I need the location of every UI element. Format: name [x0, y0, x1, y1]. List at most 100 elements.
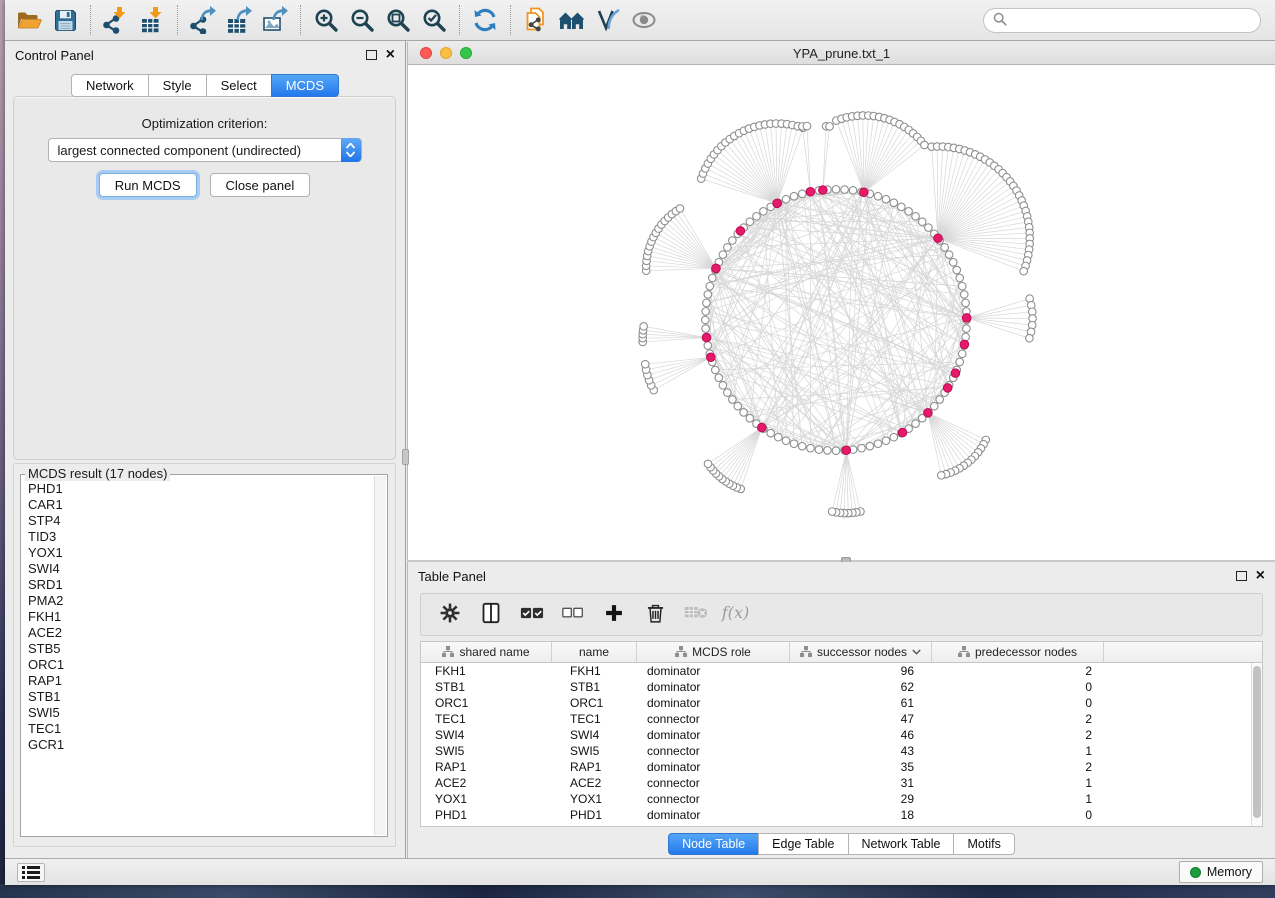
table-row[interactable]: SWI4SWI4dominator462 [421, 727, 1262, 743]
mcds-result-item[interactable]: PMA2 [28, 593, 386, 609]
table-cell: FKH1 [552, 664, 637, 678]
mcds-result-item[interactable]: STB5 [28, 641, 386, 657]
mcds-hub-node [924, 409, 933, 418]
mcds-result-item[interactable]: STP4 [28, 513, 386, 529]
mcds-result-item[interactable]: YOX1 [28, 545, 386, 561]
tab-style[interactable]: Style [148, 74, 207, 97]
open-session-button[interactable] [11, 2, 47, 38]
settings-button[interactable] [437, 602, 463, 628]
column-header-name[interactable]: name [552, 642, 637, 662]
close-table-panel-button[interactable]: × [1256, 568, 1265, 584]
choose-columns-button[interactable] [478, 602, 504, 628]
network-window: YPA_prune.txt_1 [407, 42, 1275, 560]
mcds-result-list: PHD1CAR1STP4TID3YOX1SWI4SRD1PMA2FKH1ACE2… [22, 476, 386, 835]
tab-node-table[interactable]: Node Table [668, 833, 759, 855]
vertical-splitter-handle[interactable] [402, 449, 409, 465]
save-session-button[interactable] [47, 2, 83, 38]
toggle-details-button[interactable] [590, 2, 626, 38]
column-header-predecessor-nodes[interactable]: predecessor nodes [932, 642, 1104, 662]
add-column-button[interactable] [601, 602, 627, 628]
export-image-button[interactable] [257, 2, 293, 38]
table-cell: 1 [932, 792, 1104, 806]
mcds-result-item[interactable]: TEC1 [28, 721, 386, 737]
tab-network[interactable]: Network [71, 74, 149, 97]
close-panel-button[interactable]: × [386, 47, 395, 63]
mcds-hub-node [806, 187, 815, 196]
table-row[interactable]: ACE2ACE2connector311 [421, 775, 1262, 791]
table-row[interactable]: FKH1FKH1dominator962 [421, 663, 1262, 679]
mcds-scrollbar[interactable] [374, 476, 386, 835]
export-table-button[interactable] [221, 2, 257, 38]
choose-columns-icon [481, 602, 501, 627]
mcds-result-item[interactable]: GCR1 [28, 737, 386, 753]
show-hide-button[interactable] [626, 2, 662, 38]
search-input[interactable] [1013, 13, 1251, 28]
mcds-hub-node [773, 199, 782, 208]
sort-indicator-icon [912, 649, 921, 655]
table-cell: SWI4 [552, 728, 637, 742]
table-row[interactable]: SWI5SWI5connector431 [421, 743, 1262, 759]
home-button[interactable] [554, 2, 590, 38]
table-scrollbar[interactable] [1251, 663, 1262, 826]
mcds-result-item[interactable]: CAR1 [28, 497, 386, 513]
table-scrollbar-thumb[interactable] [1253, 666, 1261, 818]
table-cell: 0 [932, 680, 1104, 694]
mcds-result-item[interactable]: RAP1 [28, 673, 386, 689]
deselect-all-button[interactable] [560, 602, 586, 628]
table-row[interactable]: TEC1TEC1connector472 [421, 711, 1262, 727]
float-table-panel-button[interactable] [1236, 571, 1247, 581]
import-network-button[interactable] [98, 2, 134, 38]
mcds-result-item[interactable]: PHD1 [28, 481, 386, 497]
mcds-result-item[interactable]: TID3 [28, 529, 386, 545]
control-panel: Control Panel × NetworkStyleSelectMCDS O… [5, 41, 406, 858]
column-header-MCDS-role[interactable]: MCDS role [637, 642, 790, 662]
table-cell: ACE2 [421, 776, 552, 790]
dropdown-value: largest connected component (undirected) [58, 143, 302, 158]
table-cell: YOX1 [421, 792, 552, 806]
tab-network-table[interactable]: Network Table [848, 833, 955, 855]
mcds-result-item[interactable]: STB1 [28, 689, 386, 705]
table-row[interactable]: STB1STB1dominator620 [421, 679, 1262, 695]
run-mcds-button[interactable]: Run MCDS [99, 173, 197, 197]
fit-content-button[interactable] [380, 2, 416, 38]
network-graph[interactable] [408, 65, 1275, 560]
tab-edge-table[interactable]: Edge Table [758, 833, 848, 855]
table-row[interactable]: YOX1YOX1connector291 [421, 791, 1262, 807]
memory-button[interactable]: Memory [1179, 861, 1263, 883]
import-table-button[interactable] [134, 2, 170, 38]
mcds-result-item[interactable]: SWI5 [28, 705, 386, 721]
toolbar-separator [300, 5, 301, 35]
float-panel-button[interactable] [366, 50, 377, 60]
select-all-button[interactable] [519, 602, 545, 628]
table-row[interactable]: PHD1PHD1dominator180 [421, 807, 1262, 823]
share-document-button[interactable] [518, 2, 554, 38]
toolbar-separator [90, 5, 91, 35]
table-row[interactable]: ORC1ORC1dominator610 [421, 695, 1262, 711]
mcds-result-box: PHD1CAR1STP4TID3YOX1SWI4SRD1PMA2FKH1ACE2… [20, 474, 388, 837]
close-panel-action-button[interactable]: Close panel [210, 173, 311, 197]
node-table: shared namenameMCDS rolesuccessor nodesp… [420, 641, 1263, 827]
mcds-result-item[interactable]: ACE2 [28, 625, 386, 641]
table-cell: connector [637, 744, 790, 758]
mcds-result-item[interactable]: SWI4 [28, 561, 386, 577]
tab-mcds[interactable]: MCDS [271, 74, 339, 97]
mcds-result-item[interactable]: ORC1 [28, 657, 386, 673]
column-header-successor-nodes[interactable]: successor nodes [790, 642, 932, 662]
optimization-criterion-dropdown[interactable]: largest connected component (undirected) [48, 138, 362, 162]
table-cell: 2 [932, 664, 1104, 678]
search-box[interactable] [983, 8, 1261, 33]
tab-motifs[interactable]: Motifs [953, 833, 1014, 855]
zoom-out-button[interactable] [344, 2, 380, 38]
network-canvas[interactable] [408, 65, 1275, 560]
column-header-shared-name[interactable]: shared name [421, 642, 552, 662]
delete-column-button[interactable] [642, 602, 668, 628]
refresh-button[interactable] [467, 2, 503, 38]
tab-select[interactable]: Select [206, 74, 272, 97]
mcds-result-item[interactable]: SRD1 [28, 577, 386, 593]
zoom-in-button[interactable] [308, 2, 344, 38]
export-network-button[interactable] [185, 2, 221, 38]
mcds-result-item[interactable]: FKH1 [28, 609, 386, 625]
task-history-button[interactable] [17, 863, 45, 882]
zoom-selected-button[interactable] [416, 2, 452, 38]
table-row[interactable]: RAP1RAP1dominator352 [421, 759, 1262, 775]
